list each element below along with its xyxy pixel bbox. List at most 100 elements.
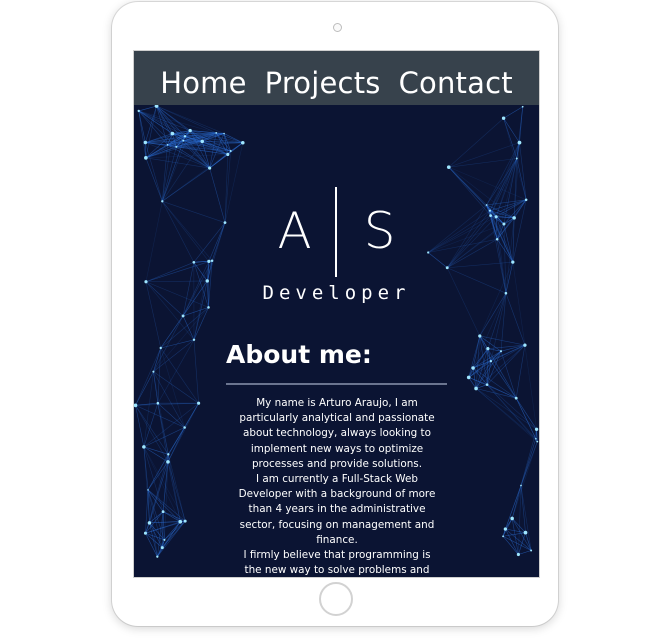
network-node: [183, 519, 187, 523]
network-node: [192, 260, 196, 264]
network-node: [521, 105, 524, 108]
network-node: [530, 549, 533, 552]
network-line: [448, 142, 520, 168]
network-line: [145, 157, 163, 202]
network-node: [188, 128, 192, 133]
network-node: [503, 527, 508, 531]
network-node: [166, 144, 169, 146]
about-paragraph: I firmly believe that programming is the…: [243, 549, 431, 577]
network-line: [503, 118, 520, 143]
network-line: [153, 371, 169, 455]
network-node: [502, 535, 505, 538]
network-node: [466, 375, 471, 380]
network-node: [501, 116, 506, 120]
network-node: [523, 530, 528, 535]
network-line: [167, 454, 186, 522]
network-line: [168, 403, 199, 455]
network-node: [183, 135, 187, 138]
network-node: [445, 266, 449, 270]
network-line: [157, 521, 181, 557]
top-navbar: Home Projects Contact: [134, 51, 539, 105]
about-divider: [226, 383, 447, 385]
network-line: [193, 262, 208, 282]
about-paragraph: My name is Arturo Araujo, I am particula…: [239, 397, 435, 470]
network-line: [145, 532, 163, 548]
network-node: [161, 510, 165, 514]
camera-icon: [333, 23, 342, 32]
network-node: [170, 131, 175, 136]
network-node: [536, 440, 539, 443]
network-node: [520, 484, 522, 487]
network-line: [520, 485, 532, 551]
network-node: [510, 516, 514, 521]
network-line: [516, 158, 527, 200]
network-node: [474, 386, 478, 391]
network-node: [167, 453, 170, 456]
network-node: [534, 427, 539, 431]
network-node: [226, 152, 230, 157]
network-node: [535, 437, 537, 440]
network-line: [511, 441, 538, 519]
network-line: [519, 142, 527, 200]
network-node: [178, 519, 183, 524]
network-node: [166, 460, 170, 464]
network-line: [143, 402, 199, 448]
network-line: [193, 307, 209, 340]
nav-home-link[interactable]: Home: [160, 63, 246, 103]
network-node: [523, 343, 527, 347]
network-line: [167, 461, 181, 522]
network-node: [207, 306, 210, 309]
network-line: [475, 388, 537, 430]
nav-contact-link[interactable]: Contact: [399, 63, 513, 103]
network-node: [215, 131, 218, 134]
network-line: [448, 166, 527, 201]
network-node: [514, 396, 518, 400]
network-line: [475, 388, 538, 442]
network-node: [182, 139, 185, 142]
network-node: [517, 140, 522, 145]
network-line: [143, 446, 186, 522]
network-node: [485, 383, 489, 387]
about-heading: About me:: [226, 340, 372, 369]
device-screen: Home Projects Contact AS Developer About…: [133, 50, 540, 578]
network-line: [503, 106, 523, 119]
network-line: [162, 150, 231, 202]
network-line: [500, 351, 517, 399]
network-line: [167, 403, 199, 462]
network-line: [193, 339, 199, 404]
logo-subtitle: Developer: [262, 282, 411, 304]
network-node: [159, 346, 162, 350]
network-node: [499, 350, 503, 353]
network-node: [175, 145, 178, 148]
network-node: [134, 403, 138, 408]
network-node: [160, 546, 164, 550]
about-text: My name is Arturo Araujo, I am particula…: [234, 396, 440, 577]
network-node: [229, 150, 232, 152]
network-node: [223, 132, 225, 135]
network-line: [518, 550, 532, 555]
network-line: [145, 262, 194, 283]
network-node: [489, 359, 493, 363]
nav-projects-link[interactable]: Projects: [265, 63, 381, 103]
network-line: [135, 371, 154, 406]
network-node: [446, 165, 451, 169]
network-line: [157, 339, 195, 404]
network-node: [516, 552, 520, 557]
network-line: [145, 154, 228, 159]
network-node: [156, 555, 159, 558]
network-node: [144, 156, 148, 160]
network-line: [138, 105, 157, 112]
tablet-frame: Home Projects Contact AS Developer About…: [112, 2, 558, 626]
network-node: [197, 401, 201, 405]
network-line: [516, 106, 523, 159]
home-button[interactable]: [319, 582, 353, 616]
network-line: [479, 335, 517, 399]
logo-divider: [335, 187, 337, 277]
network-node: [147, 521, 152, 525]
network-line: [518, 532, 526, 555]
network-node: [163, 538, 166, 541]
about-paragraph: I am currently a Full-Stack Web Develope…: [238, 473, 436, 546]
network-line: [447, 261, 513, 269]
network-line: [503, 118, 518, 159]
network-node: [515, 157, 518, 160]
